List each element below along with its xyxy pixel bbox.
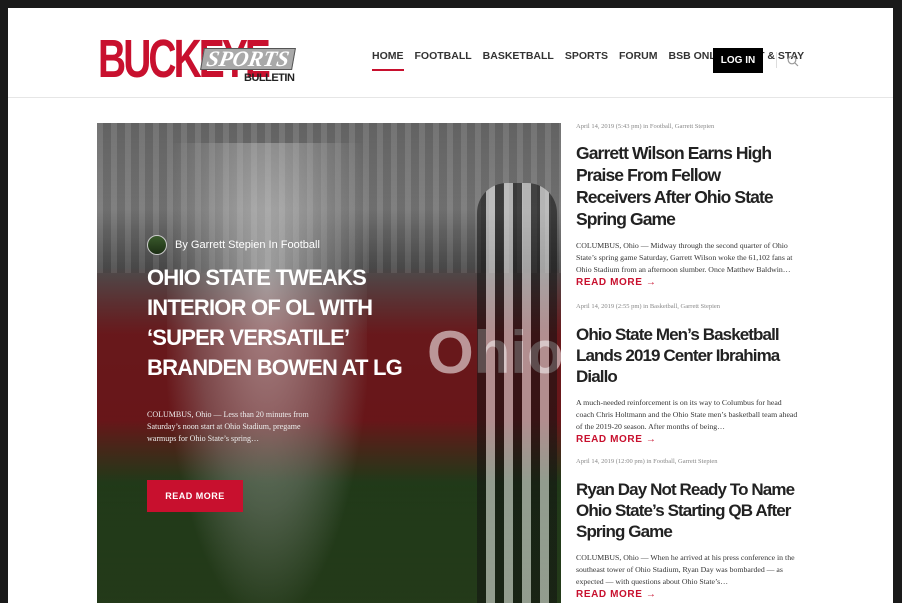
article-excerpt: A much-needed reinforcement is on its wa… — [576, 398, 798, 432]
article-meta: April 14, 2019 (5:43 pm) in Football, Ga… — [576, 123, 715, 130]
article-read-more[interactable]: READ MORE → — [576, 434, 798, 445]
article-title[interactable]: Ryan Day Not Ready To Name Ohio State’s … — [576, 479, 798, 542]
hero-feature[interactable]: Ohio By Garrett Stepien In Football OHIO… — [97, 123, 561, 603]
nav-home[interactable]: HOME — [372, 50, 404, 71]
site-header: BUCKEYE SPORTS BULLETIN HOME FOOTBALL BA… — [8, 8, 893, 98]
hero-read-more-button[interactable]: READ MORE — [147, 480, 243, 512]
nav-basketball[interactable]: BASKETBALL — [483, 50, 554, 62]
hero-title[interactable]: OHIO STATE TWEAKS INTERIOR OF OL WITH ‘S… — [147, 263, 407, 383]
nav-sports[interactable]: SPORTS — [565, 50, 608, 62]
article-excerpt: COLUMBUS, Ohio — When he arrived at his … — [576, 553, 795, 587]
hero-image-referee — [477, 183, 557, 603]
author-avatar — [147, 235, 167, 255]
login-button[interactable]: LOG IN — [713, 48, 763, 73]
hero-byline: By Garrett Stepien In Football — [147, 235, 320, 255]
article-item: April 14, 2019 (5:43 pm) in Football, Ga… — [576, 123, 798, 303]
hero-excerpt: COLUMBUS, Ohio — Less than 20 minutes fr… — [147, 410, 309, 443]
article-meta: April 14, 2019 (2:55 pm) in Basketball, … — [576, 303, 721, 310]
article-item: April 14, 2019 (2:55 pm) in Basketball, … — [576, 303, 798, 458]
nav-divider — [776, 52, 777, 68]
hero-byline-text[interactable]: By Garrett Stepien In Football — [175, 239, 320, 251]
article-read-more[interactable]: READ MORE → — [576, 589, 798, 600]
logo-sports: SPORTS — [200, 46, 296, 71]
logo-bulletin: BULLETIN — [244, 72, 295, 84]
article-title[interactable]: Ohio State Men’s Basketball Lands 2019 C… — [576, 324, 798, 387]
article-list: April 14, 2019 (5:43 pm) in Football, Ga… — [576, 123, 798, 600]
article-meta: April 14, 2019 (12:00 pm) in Football, G… — [576, 458, 718, 465]
site-logo[interactable]: BUCKEYE SPORTS BULLETIN — [98, 30, 296, 90]
article-read-more[interactable]: READ MORE → — [576, 277, 798, 288]
search-icon[interactable] — [787, 54, 799, 67]
article-excerpt: COLUMBUS, Ohio — Midway through the seco… — [576, 241, 793, 275]
nav-football[interactable]: FOOTBALL — [415, 50, 472, 62]
nav-forum[interactable]: FORUM — [619, 50, 658, 62]
page-frame: BUCKEYE SPORTS BULLETIN HOME FOOTBALL BA… — [8, 8, 893, 603]
article-item: April 14, 2019 (12:00 pm) in Football, G… — [576, 458, 798, 600]
article-title[interactable]: Garrett Wilson Earns High Praise From Fe… — [576, 142, 798, 230]
